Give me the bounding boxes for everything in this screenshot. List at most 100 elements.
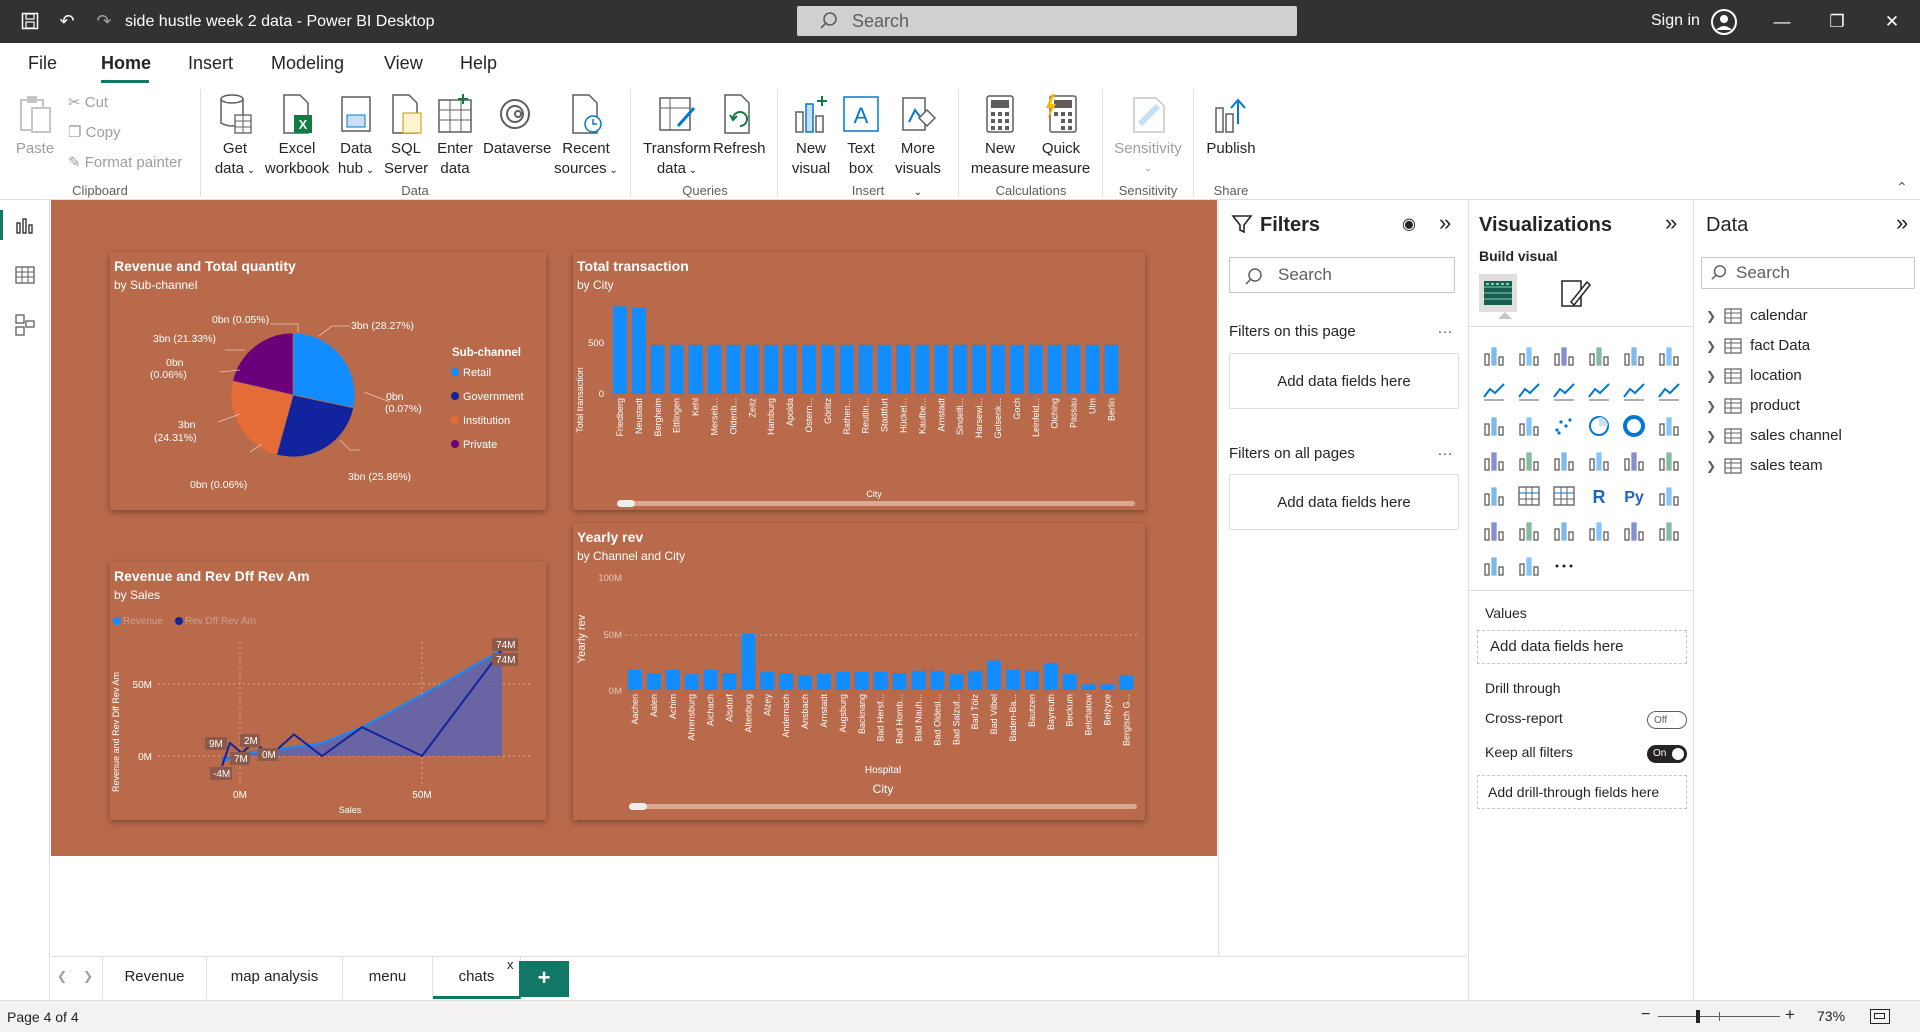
more-options-icon[interactable]: …: [1437, 442, 1453, 460]
bar[interactable]: [760, 671, 775, 690]
kpi-icon[interactable]: [1656, 448, 1682, 474]
scrollbar-thumb[interactable]: [617, 500, 635, 507]
bar[interactable]: [911, 670, 926, 690]
r-script-icon[interactable]: R: [1586, 483, 1612, 509]
publish-button[interactable]: Publish: [1203, 93, 1259, 159]
bar[interactable]: [1081, 684, 1096, 690]
table-item[interactable]: ❯ sales channel: [1706, 425, 1842, 447]
table-item[interactable]: ❯ location: [1706, 365, 1802, 387]
page-tab-revenue[interactable]: Revenue: [102, 957, 207, 999]
bar[interactable]: [1047, 344, 1062, 394]
bar[interactable]: [873, 671, 888, 690]
refresh-button[interactable]: Refresh: [713, 93, 766, 159]
smart-narrative-icon[interactable]: [1516, 553, 1542, 579]
search-box[interactable]: Search: [797, 6, 1297, 36]
line-icon[interactable]: [1481, 378, 1507, 404]
save-icon[interactable]: [18, 9, 42, 33]
bar[interactable]: [650, 344, 665, 394]
get-data-button[interactable]: Get data ⌄: [210, 93, 260, 181]
line-chart-visual[interactable]: Revenue and Rev Dff Rev Am by Sales Reve…: [110, 562, 546, 820]
page-filter-well[interactable]: Add data fields here: [1229, 353, 1459, 409]
bar[interactable]: [854, 671, 869, 690]
scroll-left-icon[interactable]: ❮: [57, 969, 67, 983]
bar[interactable]: [1024, 670, 1039, 690]
scroll-right-icon[interactable]: ❯: [83, 969, 93, 983]
power-automate-icon[interactable]: [1481, 553, 1507, 579]
bar[interactable]: [688, 344, 703, 394]
minimize-icon[interactable]: —: [1767, 8, 1797, 36]
tab-help[interactable]: Help: [460, 53, 497, 74]
matrix-icon[interactable]: [1551, 483, 1577, 509]
bar[interactable]: [1100, 684, 1115, 690]
new-measure-button[interactable]: New measure: [968, 93, 1032, 179]
bar[interactable]: [646, 673, 661, 690]
undo-icon[interactable]: ↶: [55, 9, 79, 33]
values-well[interactable]: Add data fields here: [1477, 630, 1687, 664]
bar[interactable]: [764, 344, 779, 394]
bar[interactable]: [745, 344, 760, 394]
tab-home[interactable]: Home: [101, 53, 151, 74]
bar[interactable]: [684, 674, 699, 690]
recent-sources-button[interactable]: Recent sources ⌄: [553, 93, 619, 181]
line-column-icon[interactable]: [1586, 378, 1612, 404]
bar[interactable]: [839, 344, 854, 394]
zoom-in-icon[interactable]: +: [1785, 1005, 1795, 1025]
report-view-icon[interactable]: [12, 212, 38, 238]
chevron-right-icon[interactable]: ❯: [1706, 365, 1716, 387]
horizontal-scrollbar[interactable]: [629, 804, 1137, 809]
qa-icon[interactable]: [1516, 518, 1542, 544]
quick-measure-button[interactable]: Quick measure: [1030, 93, 1092, 179]
bar[interactable]: [798, 675, 813, 690]
collapse-pane-icon[interactable]: »: [1896, 210, 1908, 236]
bar[interactable]: [707, 344, 722, 394]
bar[interactable]: [669, 344, 684, 394]
restore-icon[interactable]: ❐: [1822, 8, 1852, 36]
bar[interactable]: [779, 673, 794, 690]
bar[interactable]: [1062, 674, 1077, 690]
zoom-out-icon[interactable]: −: [1641, 1006, 1650, 1024]
bar[interactable]: [722, 673, 737, 690]
bar[interactable]: [631, 307, 646, 394]
paste-button[interactable]: Paste: [14, 93, 56, 159]
page-tab-map-analysis[interactable]: map analysis: [207, 957, 343, 999]
table-view-icon[interactable]: [12, 262, 38, 288]
python-icon[interactable]: Py: [1621, 483, 1647, 509]
filled-map-icon[interactable]: [1516, 448, 1542, 474]
page-tab-menu[interactable]: menu: [343, 957, 433, 999]
stacked-area-icon[interactable]: [1551, 378, 1577, 404]
power-apps-icon[interactable]: [1656, 518, 1682, 544]
bar[interactable]: [953, 344, 968, 394]
bar[interactable]: [968, 670, 983, 690]
format-painter-button[interactable]: ✎ Format painter: [68, 153, 182, 171]
tab-file[interactable]: File: [28, 53, 57, 74]
bar[interactable]: [934, 344, 949, 394]
100-bar-icon[interactable]: [1621, 343, 1647, 369]
dataverse-button[interactable]: Dataverse: [483, 93, 551, 159]
avatar-icon[interactable]: [1711, 9, 1737, 35]
bar[interactable]: [972, 344, 987, 394]
more-options-icon[interactable]: …: [1437, 320, 1453, 338]
keep-filters-toggle[interactable]: On: [1647, 745, 1687, 763]
table-item[interactable]: ❯ sales team: [1706, 455, 1823, 477]
paginated-icon[interactable]: [1621, 518, 1647, 544]
clustered-bar-icon[interactable]: [1551, 343, 1577, 369]
table-icon[interactable]: [1516, 483, 1542, 509]
bar[interactable]: [987, 660, 1002, 690]
bar[interactable]: [1006, 669, 1020, 690]
bar[interactable]: [613, 306, 627, 394]
narrative-icon[interactable]: [1551, 518, 1577, 544]
chevron-right-icon[interactable]: ❯: [1706, 305, 1716, 327]
scatter-icon[interactable]: [1551, 413, 1577, 439]
bar[interactable]: [1009, 344, 1024, 394]
sensitivity-button[interactable]: Sensitivity ⌄: [1110, 93, 1186, 179]
new-visual-button[interactable]: New visual: [787, 93, 835, 179]
sql-server-button[interactable]: SQL Server: [384, 93, 428, 179]
more-icon[interactable]: [1551, 553, 1577, 579]
line-clustered-column-icon[interactable]: [1621, 378, 1647, 404]
chevron-right-icon[interactable]: ❯: [1706, 335, 1716, 357]
chevron-right-icon[interactable]: ❯: [1706, 455, 1716, 477]
bar[interactable]: [892, 673, 907, 690]
pie-icon[interactable]: [1586, 413, 1612, 439]
map-icon[interactable]: [1481, 448, 1507, 474]
tab-view[interactable]: View: [384, 53, 423, 74]
